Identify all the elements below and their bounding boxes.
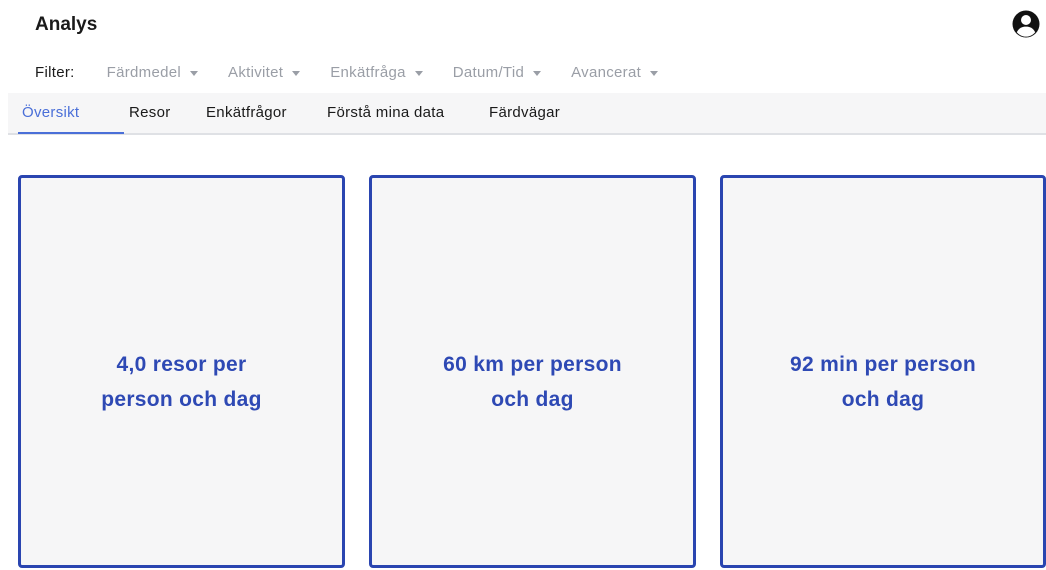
kpi-card-text: 60 km per person och dag [443,327,622,417]
account-circle-icon[interactable] [1010,8,1042,40]
tab-oversikt[interactable]: Översikt [22,93,79,133]
filter-avancerat-dropdown[interactable]: Avancerat [571,63,659,81]
caret-down-icon [292,70,301,76]
filter-item-label: Aktivitet [228,63,284,81]
tab-resor[interactable]: Resor [129,93,171,133]
filter-item-label: Färdmedel [106,63,182,81]
filter-aktivitet-dropdown[interactable]: Aktivitet [228,63,301,81]
kpi-line: 60 km per person [443,352,622,376]
filter-enkatfraga-dropdown[interactable]: Enkätfråga [330,64,423,81]
kpi-card-text: 4,0 resor per person och dag [101,327,262,417]
tab-forsta-mina-data[interactable]: Förstå mina data [327,93,444,133]
kpi-line: 92 min per person [790,352,976,376]
caret-down-icon [414,70,423,76]
tab-bar: Översikt Resor Enkätfrågor Förstå mina d… [8,93,1046,135]
kpi-line: och dag [491,387,574,411]
page-title: Analys [35,14,98,35]
tab-fardvagar[interactable]: Färdvägar [489,93,560,133]
filter-datum-tid-dropdown[interactable]: Datum/Tid [452,63,542,81]
filter-bar: Filter: Färdmedel Aktivitet Enkätfråga D… [35,60,688,84]
kpi-line: person och dag [101,387,262,411]
caret-down-icon [650,70,659,76]
kpi-card-trips: 4,0 resor per person och dag [18,175,345,568]
kpi-line: och dag [841,387,925,411]
kpi-card-time: 92 min per person och dag [720,175,1046,568]
filter-item-label: Avancerat [571,63,642,81]
kpi-card-distance: 60 km per person och dag [369,175,696,568]
kpi-line: 4,0 resor per [116,352,247,376]
filter-fardmedel-dropdown[interactable]: Färdmedel [106,63,199,81]
filter-label: Filter: [35,63,75,81]
filter-item-label: Enkätfråga [330,63,406,81]
kpi-card-text: 92 min per person och dag [790,327,976,417]
tab-enkatfragor[interactable]: Enkätfrågor [206,93,287,133]
filter-item-label: Datum/Tid [452,63,525,81]
caret-down-icon [533,70,542,76]
caret-down-icon [190,70,199,76]
active-tab-indicator [18,132,124,134]
